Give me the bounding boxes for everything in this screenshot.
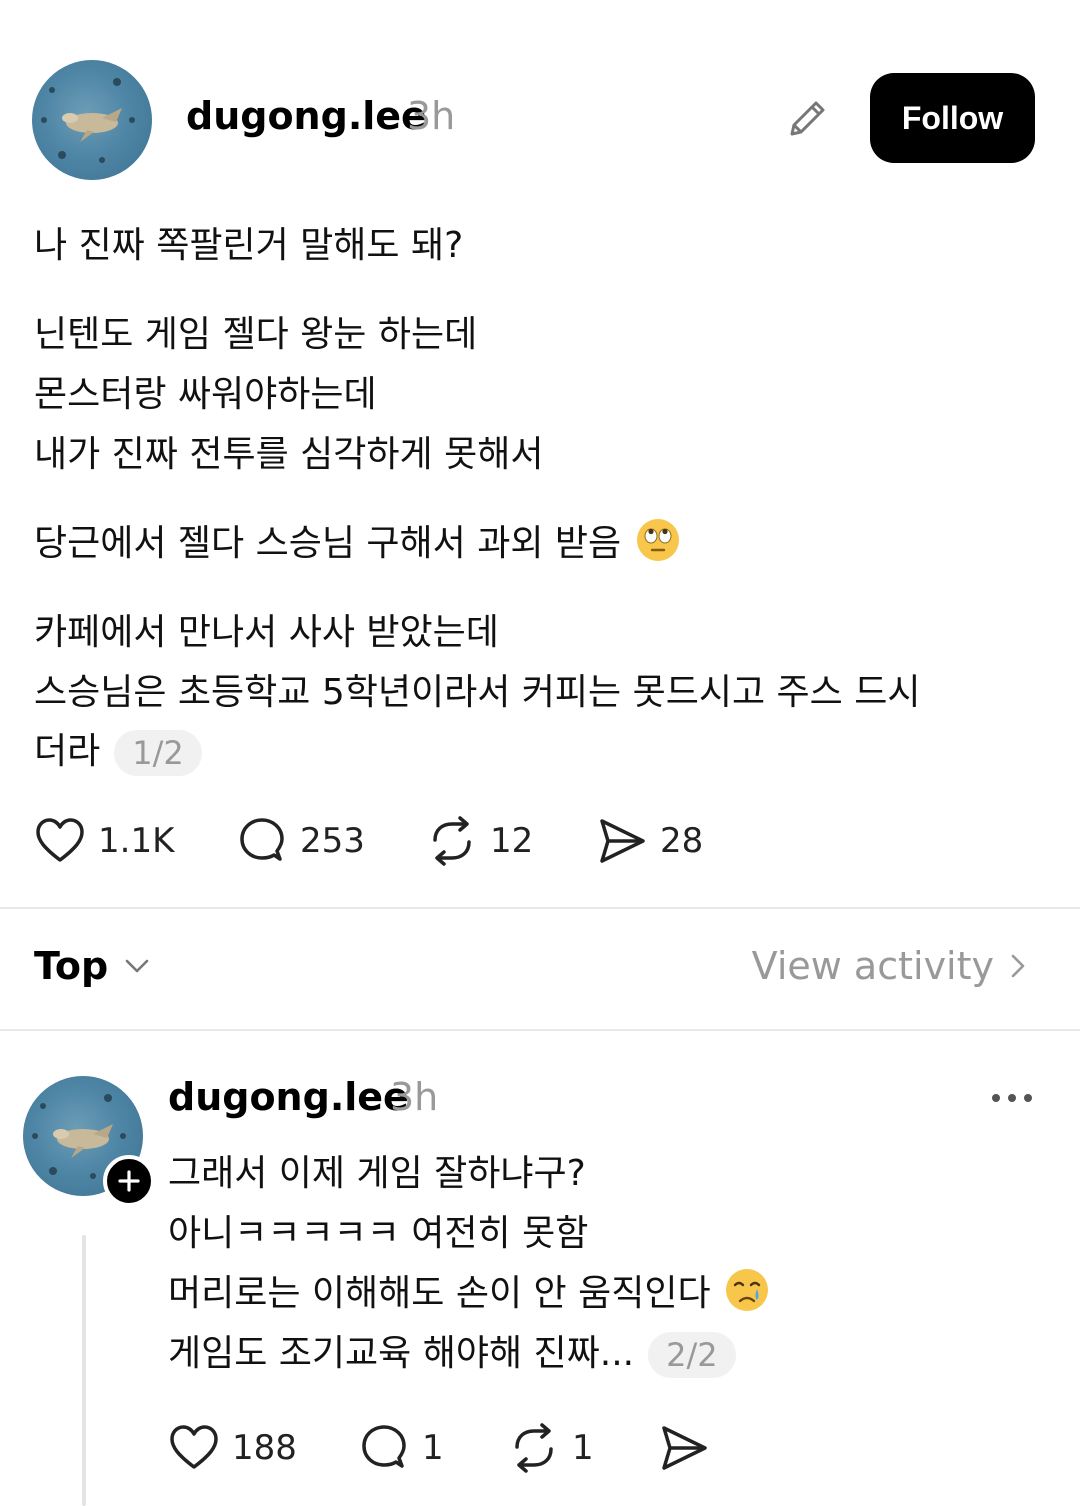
post-text-line: 닌텐도 게임 젤다 왕눈 하는데	[34, 314, 478, 355]
send-icon	[662, 1426, 707, 1470]
turtle-photo	[41, 78, 135, 163]
reply-comment-button[interactable]: 1	[358, 1422, 444, 1474]
view-activity-label: View activity	[751, 944, 994, 988]
rolling-eyes-emoji-icon	[636, 519, 679, 561]
follow-plus-badge[interactable]	[103, 1155, 155, 1207]
follow-button[interactable]: Follow	[870, 73, 1035, 163]
reply-repost-count: 1	[572, 1428, 594, 1468]
sort-label: Top	[34, 944, 109, 988]
chevron-right-icon	[1011, 954, 1025, 978]
comment-count: 253	[300, 821, 365, 861]
post-text-line-with-badge: 더라 1/2	[34, 722, 202, 776]
share-button[interactable]: 28	[596, 815, 703, 867]
plus-icon	[118, 1170, 140, 1192]
reply-text: 머리로는 이해해도 손이 안 움직인다	[168, 1273, 711, 1314]
page-indicator-badge: 1/2	[114, 730, 202, 776]
reply-timestamp: 3h	[390, 1075, 439, 1119]
post-username[interactable]: dugong.lee	[186, 94, 427, 138]
post-text-line: 스승님은 초등학교 5학년이라서 커피는 못드시고 주스 드시	[34, 672, 921, 713]
section-divider	[0, 1029, 1080, 1031]
post-text-line: 내가 진짜 전투를 심각하게 못해서	[34, 434, 544, 475]
chevron-down-icon	[125, 959, 149, 973]
reply-like-count: 188	[232, 1428, 297, 1468]
like-button[interactable]: 1.1K	[34, 815, 174, 867]
share-count: 28	[660, 821, 704, 861]
post-text: 더라	[34, 731, 101, 772]
section-divider	[0, 907, 1080, 909]
thread-line	[82, 1235, 86, 1506]
repost-button[interactable]: 12	[426, 815, 533, 867]
post-text-line: 나 진짜 쪽팔린거 말해도 돼?	[34, 225, 464, 266]
post-text-line-with-emoji: 당근에서 젤다 스승님 구해서 과외 받음	[34, 514, 681, 566]
avatar[interactable]	[32, 60, 152, 180]
reply-text-line-with-badge: 게임도 조기교육 해야해 진짜... 2/2	[168, 1324, 736, 1378]
comment-bubble-icon	[362, 1425, 406, 1468]
reply-share-button[interactable]	[658, 1422, 710, 1474]
repost-count: 12	[490, 821, 534, 861]
reply-username[interactable]: dugong.lee	[168, 1075, 409, 1119]
reply-like-button[interactable]: 188	[168, 1422, 297, 1474]
post-text-line: 카페에서 만나서 사사 받았는데	[34, 612, 499, 653]
like-count: 1.1K	[98, 821, 175, 861]
heart-icon	[36, 818, 84, 862]
more-options-icon[interactable]	[990, 1088, 1034, 1108]
heart-icon	[170, 1425, 218, 1469]
comment-button[interactable]: 253	[236, 815, 365, 867]
page-indicator-badge: 2/2	[648, 1332, 736, 1378]
repost-icon	[433, 816, 471, 866]
reply-text: 게임도 조기교육 해야해 진짜...	[168, 1333, 635, 1374]
pencil-icon[interactable]	[784, 94, 832, 142]
repost-icon	[515, 1423, 553, 1473]
reply-text-line: 그래서 이제 게임 잘하냐구?	[168, 1153, 586, 1194]
view-activity-link[interactable]: View activity	[752, 944, 1030, 988]
post-timestamp: 3h	[407, 94, 456, 138]
post-text: 당근에서 젤다 스승님 구해서 과외 받음	[34, 523, 622, 564]
comment-bubble-icon	[240, 818, 284, 861]
sort-dropdown[interactable]: Top	[34, 944, 152, 988]
reply-text-line-with-emoji: 머리로는 이해해도 손이 안 움직인다	[168, 1264, 770, 1316]
send-icon	[600, 819, 645, 863]
reply-text-line: 아니ㅋㅋㅋㅋㅋ 여전히 못함	[168, 1213, 589, 1254]
post-text-line: 몬스터랑 싸워야하는데	[34, 374, 377, 415]
crying-face-emoji-icon	[726, 1269, 769, 1311]
reply-repost-button[interactable]: 1	[508, 1422, 594, 1474]
reply-comment-count: 1	[422, 1428, 444, 1468]
